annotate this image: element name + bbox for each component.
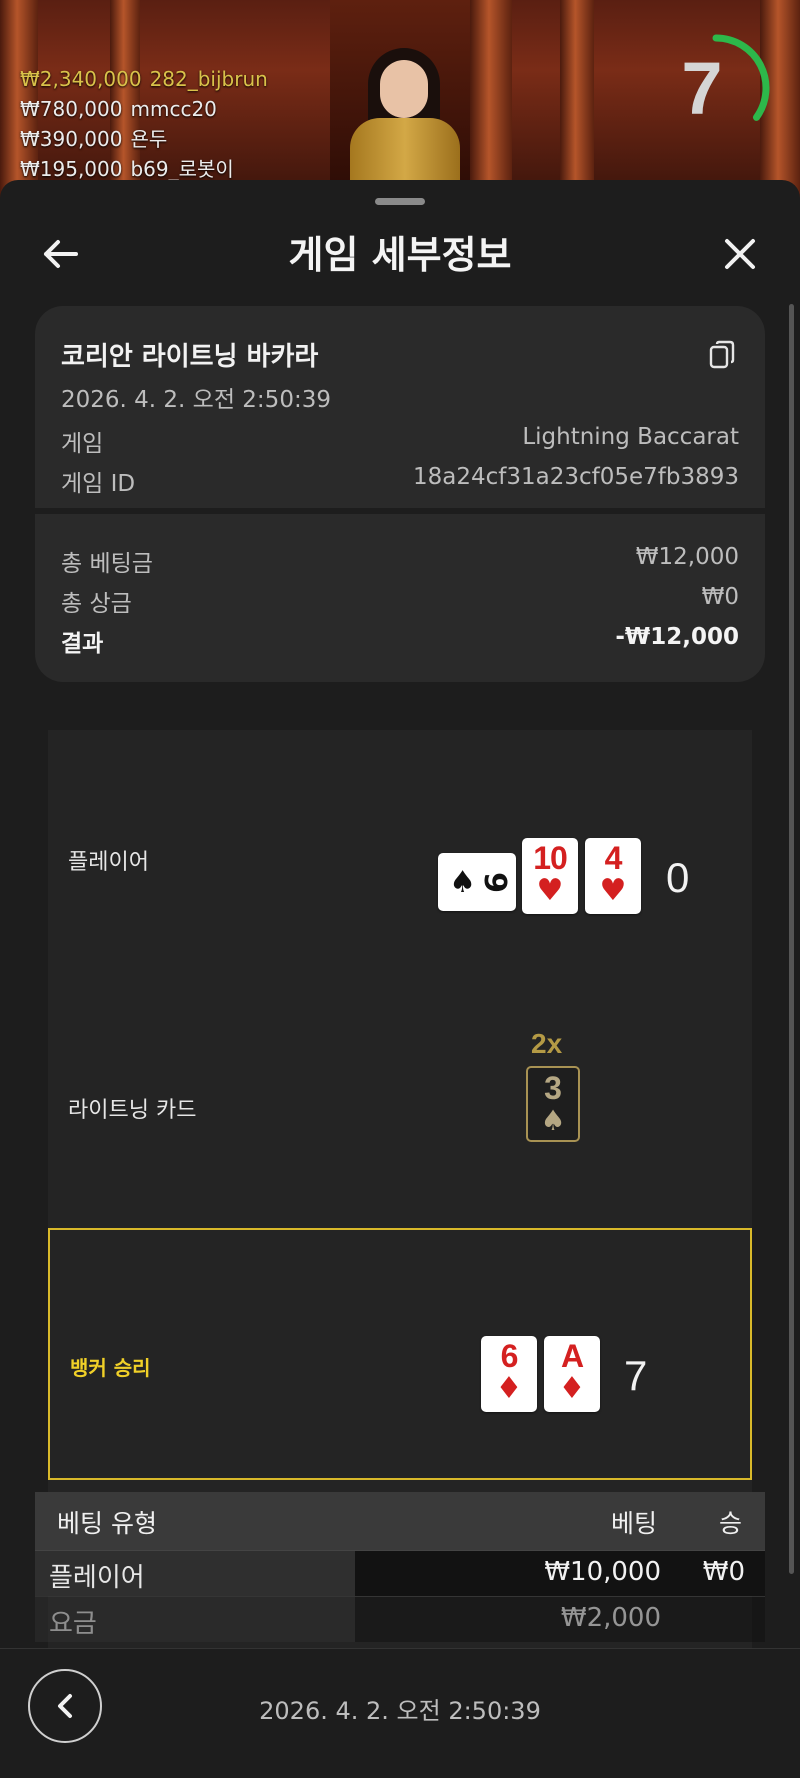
- bet-type: 플레이어: [49, 1563, 145, 1593]
- card-rank: 9: [476, 871, 512, 893]
- banker-card-2: A ♦: [544, 1336, 600, 1412]
- player-label: 플레이어: [68, 850, 149, 875]
- result-label: 결과: [61, 631, 104, 657]
- bets-table-header: 베팅 유형 베팅 승: [35, 1492, 765, 1550]
- bet-amount-header: 베팅: [611, 1509, 658, 1538]
- table-row: 플레이어 ₩10,000 ₩0: [35, 1550, 765, 1596]
- bet-win: ₩0: [702, 1557, 745, 1587]
- result-row: 결과 -₩12,000: [61, 624, 739, 657]
- bet-summary-card: 총 베팅금 ₩12,000 총 상금 ₩0 결과 -₩12,000: [35, 514, 765, 682]
- bet-type-header: 베팅 유형: [57, 1509, 157, 1538]
- leaderboard-name: mmcc20: [130, 97, 217, 121]
- total-win-row: 총 상금 ₩0: [61, 584, 739, 617]
- lightning-card-label: 라이트닝 카드: [68, 1098, 197, 1123]
- scrollbar[interactable]: [789, 304, 794, 1574]
- banker-card-1: 6 ♦: [481, 1336, 537, 1412]
- dealer-figure: [380, 60, 428, 118]
- card-suit: ♥: [536, 873, 564, 908]
- card-rank: 6: [500, 1338, 519, 1374]
- total-bet-value: ₩12,000: [635, 544, 739, 570]
- total-bet-row: 총 베팅금 ₩12,000: [61, 544, 739, 577]
- timer-value: 7: [681, 46, 723, 130]
- lightning-card: 3 ♠: [526, 1066, 580, 1142]
- game-name: 코리안 라이트닝 바카라: [61, 342, 319, 372]
- card-rank: 10: [533, 840, 568, 876]
- copy-icon[interactable]: [709, 340, 735, 370]
- leaderboard-row: ₩780,000 mmcc20: [20, 94, 268, 124]
- banker-score: 7: [624, 1352, 648, 1399]
- leaderboard-name: 욘두: [130, 127, 168, 151]
- footer-datetime: 2026. 4. 2. 오전 2:50:39: [259, 1697, 541, 1725]
- total-win-value: ₩0: [701, 584, 739, 610]
- total-win-label: 총 상금: [61, 591, 132, 617]
- card-suit: ♠: [540, 1104, 566, 1137]
- game-type-label: 게임: [61, 431, 104, 457]
- leaderboard-amount: ₩2,340,000: [20, 67, 142, 91]
- winners-leaderboard: ₩2,340,000 282_bijbrun ₩780,000 mmcc20 ₩39…: [20, 64, 268, 184]
- video-decor: [470, 0, 512, 200]
- bet-amount: ₩2,000: [560, 1603, 661, 1633]
- leaderboard-amount: ₩195,000: [20, 157, 123, 181]
- page-title: 게임 세부정보: [288, 233, 512, 277]
- game-details-sheet: 게임 세부정보 코리안 라이트닝 바카라 2026. 4. 2. 오전 2:50…: [0, 180, 800, 1778]
- game-id-value[interactable]: 18a24cf31a23cf05e7fb3893: [413, 464, 739, 490]
- bet-type: 요금: [49, 1609, 97, 1639]
- total-bet-label: 총 베팅금: [61, 551, 153, 577]
- bet-amount: ₩10,000: [544, 1557, 661, 1587]
- leaderboard-amount: ₩780,000: [20, 97, 123, 121]
- player-card-1: ♠ 9: [438, 853, 516, 911]
- close-icon[interactable]: [720, 234, 760, 274]
- card-suit: ♠: [449, 864, 477, 900]
- card-rank: 4: [604, 840, 623, 876]
- countdown-timer: 7: [660, 32, 772, 144]
- table-row: 요금 ₩2,000: [35, 1596, 765, 1642]
- player-score: 0: [666, 854, 690, 901]
- card-suit: ♦: [558, 1371, 586, 1406]
- leaderboard-name: b69_로봇이: [130, 157, 234, 181]
- leaderboard-amount: ₩390,000: [20, 127, 123, 151]
- footer-bar: 2026. 4. 2. 오전 2:50:39: [0, 1648, 800, 1778]
- live-video: ₩2,340,000 282_bijbrun ₩780,000 mmcc20 ₩39…: [0, 0, 800, 200]
- leaderboard-row: ₩390,000 욘두: [20, 124, 268, 154]
- player-card-3: 4 ♥: [585, 838, 641, 914]
- card-rank: A: [560, 1338, 584, 1374]
- game-info-card: 코리안 라이트닝 바카라 2026. 4. 2. 오전 2:50:39 게임 L…: [35, 306, 765, 508]
- game-type-row: 게임 Lightning Baccarat: [61, 424, 739, 457]
- sideways-card-face: ♠ 9: [438, 853, 516, 911]
- card-rank: 3: [544, 1070, 562, 1106]
- result-value: -₩12,000: [615, 624, 739, 650]
- card-suit: ♦: [495, 1371, 523, 1406]
- lightning-multiplier: 2x: [531, 1028, 563, 1059]
- player-card-2: 10 ♥: [522, 838, 578, 914]
- sheet-header: 게임 세부정보: [0, 220, 800, 290]
- bets-table: 베팅 유형 베팅 승 플레이어 ₩10,000 ₩0 요금 ₩2,000: [35, 1492, 765, 1642]
- banker-winner-box: 뱅커 승리 6 ♦ A ♦ 7: [48, 1228, 752, 1480]
- game-datetime: 2026. 4. 2. 오전 2:50:39: [61, 387, 331, 413]
- leaderboard-row: ₩2,340,000 282_bijbrun: [20, 64, 268, 94]
- drag-handle[interactable]: [375, 198, 425, 205]
- game-type-value: Lightning Baccarat: [522, 424, 739, 450]
- video-decor: [560, 0, 594, 200]
- game-id-label: 게임 ID: [61, 471, 136, 497]
- win-header: 승: [719, 1509, 743, 1538]
- banker-win-label: 뱅커 승리: [70, 1356, 151, 1380]
- game-id-row: 게임 ID 18a24cf31a23cf05e7fb3893: [61, 464, 739, 497]
- leaderboard-name: 282_bijbrun: [149, 67, 268, 91]
- card-suit: ♥: [599, 873, 627, 908]
